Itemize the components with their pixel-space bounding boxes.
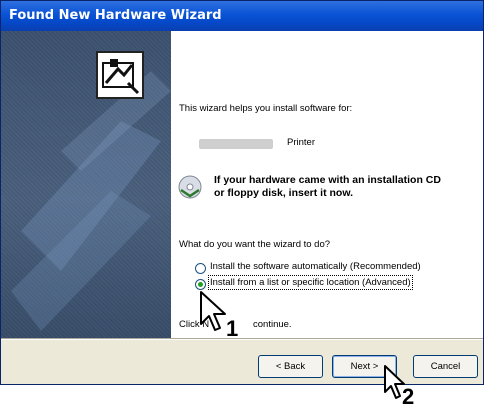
back-button[interactable]: < Back bbox=[258, 355, 323, 378]
wizard-side-panel bbox=[1, 31, 171, 338]
callout-step-2: 2 bbox=[402, 384, 415, 409]
option-install-from-location-label[interactable]: Install from a list or specific location… bbox=[208, 275, 413, 290]
device-name-suffix: Printer bbox=[287, 137, 315, 148]
intro-text: This wizard helps you install software f… bbox=[179, 103, 353, 114]
callout-step-1: 1 bbox=[226, 316, 239, 341]
cd-message-line1: If your hardware came with an installati… bbox=[214, 174, 441, 186]
cd-icon bbox=[178, 175, 202, 199]
cd-message-line2: or floppy disk, insert it now. bbox=[214, 187, 354, 199]
device-name-redacted bbox=[199, 139, 273, 149]
arrow-cursor-icon bbox=[200, 291, 226, 331]
found-new-hardware-wizard-window: Found New Hardware Wizard This wizard he… bbox=[0, 0, 484, 385]
hardware-wizard-icon bbox=[96, 51, 144, 99]
cancel-button[interactable]: Cancel bbox=[413, 355, 478, 378]
radio-install-from-location[interactable] bbox=[195, 279, 206, 290]
radio-install-automatically[interactable] bbox=[195, 263, 206, 274]
button-separator bbox=[1, 338, 483, 340]
window-title: Found New Hardware Wizard bbox=[1, 1, 483, 31]
question-text: What do you want the wizard to do? bbox=[179, 239, 331, 250]
side-panel-graphic bbox=[11, 71, 171, 331]
click-next-text-suffix: continue. bbox=[253, 319, 292, 330]
option-install-automatically-label[interactable]: Install the software automatically (Reco… bbox=[210, 261, 421, 272]
